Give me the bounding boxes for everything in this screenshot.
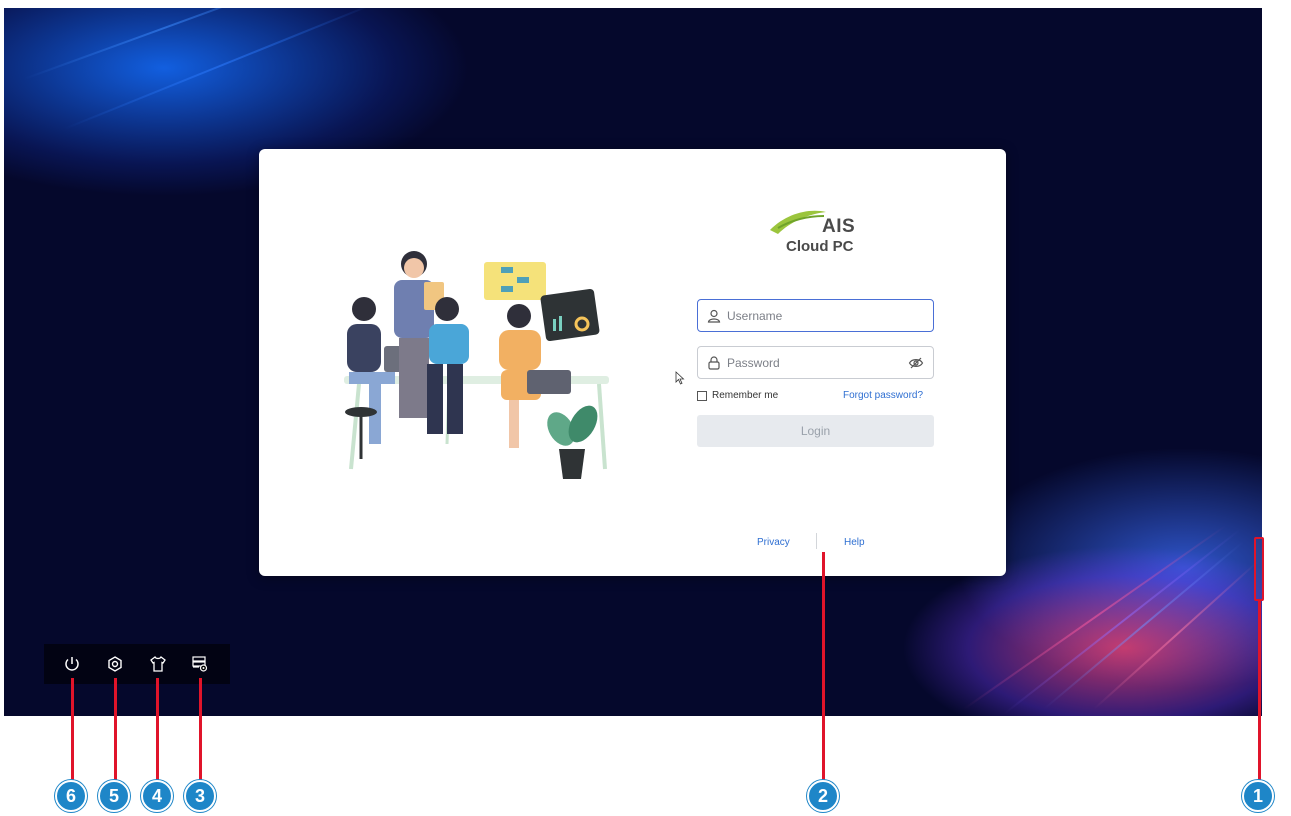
ais-logo: AIS Cloud PC xyxy=(764,204,864,264)
privacy-link[interactable]: Privacy xyxy=(757,537,790,548)
help-link[interactable]: Help xyxy=(844,537,865,548)
callout-badge-1: 1 xyxy=(1242,780,1274,812)
power-icon[interactable] xyxy=(62,654,82,674)
password-input[interactable] xyxy=(727,355,907,370)
remember-checkbox[interactable] xyxy=(697,390,707,401)
ais-swoosh-icon xyxy=(770,210,826,234)
username-field[interactable] xyxy=(697,299,934,332)
callout-badge-4: 4 xyxy=(141,780,173,812)
password-field[interactable] xyxy=(697,346,934,379)
background-streak xyxy=(1003,528,1242,715)
eye-off-icon[interactable] xyxy=(907,354,925,372)
callout-badge-5: 5 xyxy=(98,780,130,812)
footer-divider xyxy=(816,533,817,549)
team-illustration xyxy=(344,251,609,479)
callout-line-3 xyxy=(199,678,202,781)
product-name: Cloud PC xyxy=(786,238,854,255)
mouse-cursor-icon xyxy=(675,371,685,385)
login-card: AIS Cloud PC Remember me Forgot password… xyxy=(259,149,1006,576)
background-streak xyxy=(1093,561,1259,710)
theme-shirt-icon[interactable] xyxy=(148,654,168,674)
callout-line-2 xyxy=(822,552,825,781)
logo-text: AIS xyxy=(822,216,856,237)
callout-line-1 xyxy=(1258,601,1261,781)
forgot-password-link[interactable]: Forgot password? xyxy=(843,390,923,401)
background-streak xyxy=(1043,541,1244,710)
server-settings-icon[interactable] xyxy=(190,654,210,674)
settings-icon[interactable] xyxy=(105,654,125,674)
callout-line-6 xyxy=(71,678,74,781)
background-streak xyxy=(23,8,307,80)
callout-badge-3: 3 xyxy=(184,780,216,812)
screenshot-stage: AIS Cloud PC Remember me Forgot password… xyxy=(0,0,1291,816)
callout-badge-2: 2 xyxy=(807,780,839,812)
callout-badge-6: 6 xyxy=(55,780,87,812)
username-input[interactable] xyxy=(727,308,925,323)
remember-label: Remember me xyxy=(712,390,779,401)
callout-line-5 xyxy=(114,678,117,781)
callout-line-4 xyxy=(156,678,159,781)
lock-icon xyxy=(706,355,722,371)
remember-me[interactable]: Remember me xyxy=(697,390,778,401)
background-streak xyxy=(63,8,380,130)
user-icon xyxy=(706,308,722,324)
login-button[interactable]: Login xyxy=(697,415,934,447)
side-panel-handle[interactable] xyxy=(1254,537,1264,601)
